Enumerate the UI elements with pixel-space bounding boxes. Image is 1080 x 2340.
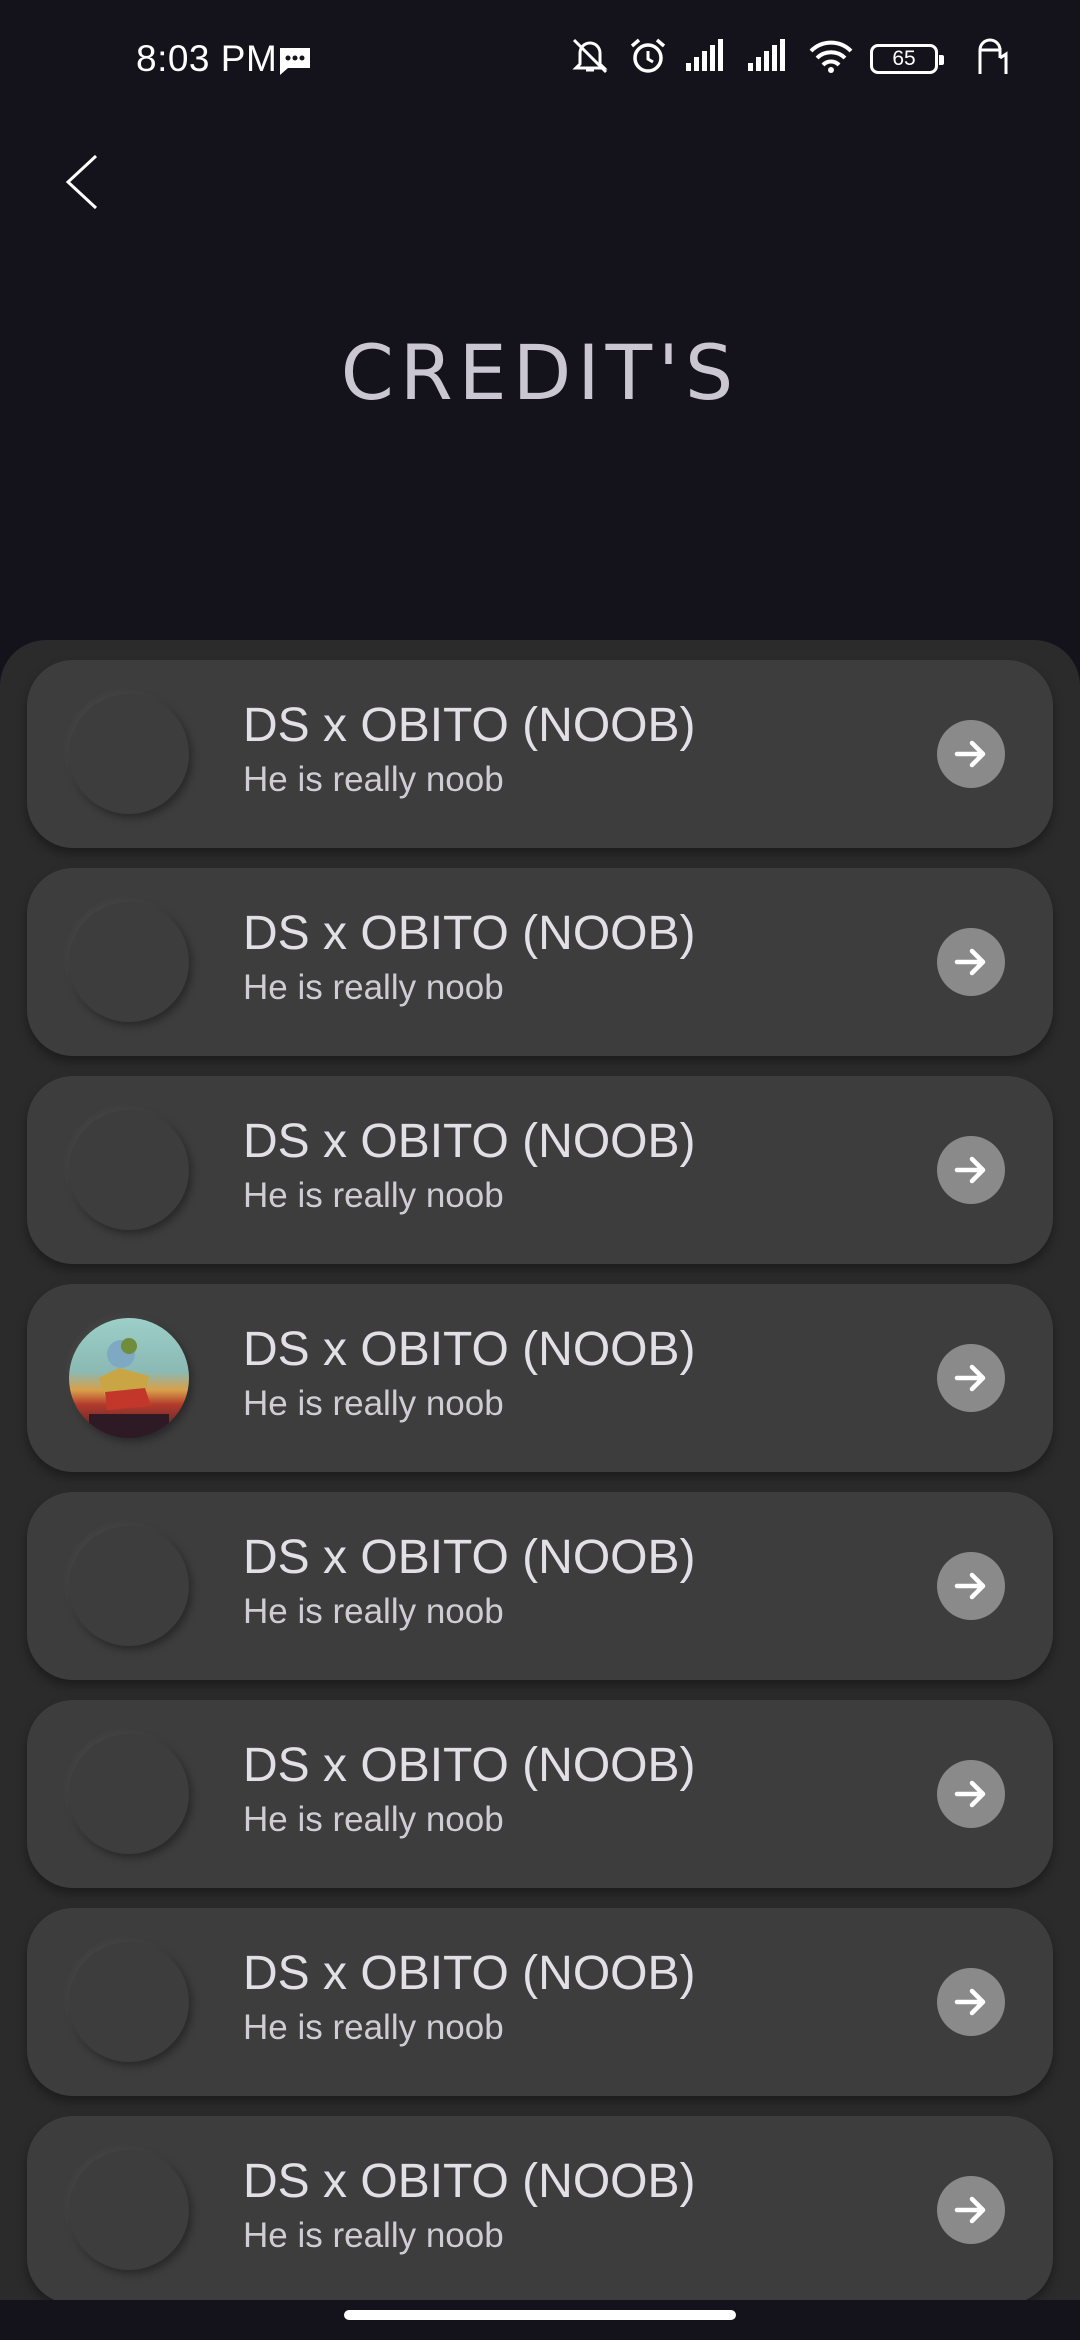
credit-name: DS x OBITO (NOOB)	[243, 1115, 696, 1168]
arrow-right-icon	[954, 1988, 986, 2016]
signal-icon	[684, 39, 730, 78]
open-button[interactable]	[937, 720, 1005, 788]
credit-name: DS x OBITO (NOOB)	[243, 1531, 696, 1584]
credit-name: DS x OBITO (NOOB)	[243, 699, 696, 752]
credit-name: DS x OBITO (NOOB)	[243, 1947, 696, 2000]
credit-subtitle: He is really noob	[243, 1592, 504, 1631]
arrow-right-icon	[954, 948, 986, 976]
credit-subtitle: He is really noob	[243, 1800, 504, 1839]
wifi-icon	[808, 39, 854, 78]
credit-card[interactable]: DS x OBITO (NOOB) He is really noob	[27, 660, 1053, 848]
avatar	[69, 1110, 189, 1230]
signal-icon	[746, 39, 792, 78]
credit-card[interactable]: DS x OBITO (NOOB) He is really noob	[27, 2116, 1053, 2300]
battery-icon: 65	[870, 43, 944, 74]
credits-list[interactable]: DS x OBITO (NOOB) He is really noob DS x O…	[0, 640, 1080, 2300]
arrow-right-icon	[954, 1780, 986, 1808]
credit-card[interactable]: DS x OBITO (NOOB) He is really noob	[27, 1908, 1053, 2096]
arrow-right-icon	[954, 2196, 986, 2224]
mute-icon	[568, 36, 612, 81]
credit-card[interactable]: DS x OBITO (NOOB) He is really noob	[27, 1284, 1053, 1472]
credit-subtitle: He is really noob	[243, 2216, 504, 2255]
credit-card[interactable]: DS x OBITO (NOOB) He is really noob	[27, 868, 1053, 1056]
arrow-right-icon	[954, 1364, 986, 1392]
avatar	[69, 1942, 189, 2062]
open-button[interactable]	[937, 1136, 1005, 1204]
avatar	[69, 1526, 189, 1646]
open-button[interactable]	[937, 928, 1005, 996]
credits-screen: 8:03 PM 65 CREDIT'S DS x OBITO (NOOB) He…	[0, 0, 1080, 2340]
open-button[interactable]	[937, 1552, 1005, 1620]
avatar	[69, 694, 189, 814]
status-icons: 65	[568, 36, 1010, 81]
home-indicator[interactable]	[344, 2310, 736, 2320]
status-bar: 8:03 PM 65	[0, 0, 1080, 130]
back-button[interactable]	[52, 144, 112, 220]
battery-level: 65	[892, 46, 916, 70]
credit-subtitle: He is really noob	[243, 760, 504, 799]
avatar	[69, 2150, 189, 2270]
message-icon	[278, 46, 312, 81]
credit-card[interactable]: DS x OBITO (NOOB) He is really noob	[27, 1076, 1053, 1264]
credit-subtitle: He is really noob	[243, 968, 504, 1007]
credit-card[interactable]: DS x OBITO (NOOB) He is really noob	[27, 1700, 1053, 1888]
open-button[interactable]	[937, 1760, 1005, 1828]
credit-subtitle: He is really noob	[243, 1384, 504, 1423]
credit-name: DS x OBITO (NOOB)	[243, 2155, 696, 2208]
alarm-icon	[628, 36, 668, 81]
credit-name: DS x OBITO (NOOB)	[243, 1323, 696, 1376]
credit-card[interactable]: DS x OBITO (NOOB) He is really noob	[27, 1492, 1053, 1680]
credit-subtitle: He is really noob	[243, 1176, 504, 1215]
status-time: 8:03 PM	[136, 38, 278, 79]
avatar	[69, 1318, 189, 1438]
open-button[interactable]	[937, 1344, 1005, 1412]
chevron-left-icon	[65, 154, 98, 210]
page-title: CREDIT'S	[340, 328, 740, 417]
open-button[interactable]	[937, 2176, 1005, 2244]
arrow-right-icon	[954, 740, 986, 768]
hand-icon	[974, 36, 1010, 81]
arrow-right-icon	[954, 1156, 986, 1184]
open-button[interactable]	[937, 1968, 1005, 2036]
avatar	[69, 1734, 189, 1854]
credit-name: DS x OBITO (NOOB)	[243, 907, 696, 960]
credit-name: DS x OBITO (NOOB)	[243, 1739, 696, 1792]
arrow-right-icon	[954, 1572, 986, 1600]
credit-subtitle: He is really noob	[243, 2008, 504, 2047]
avatar	[69, 902, 189, 1022]
